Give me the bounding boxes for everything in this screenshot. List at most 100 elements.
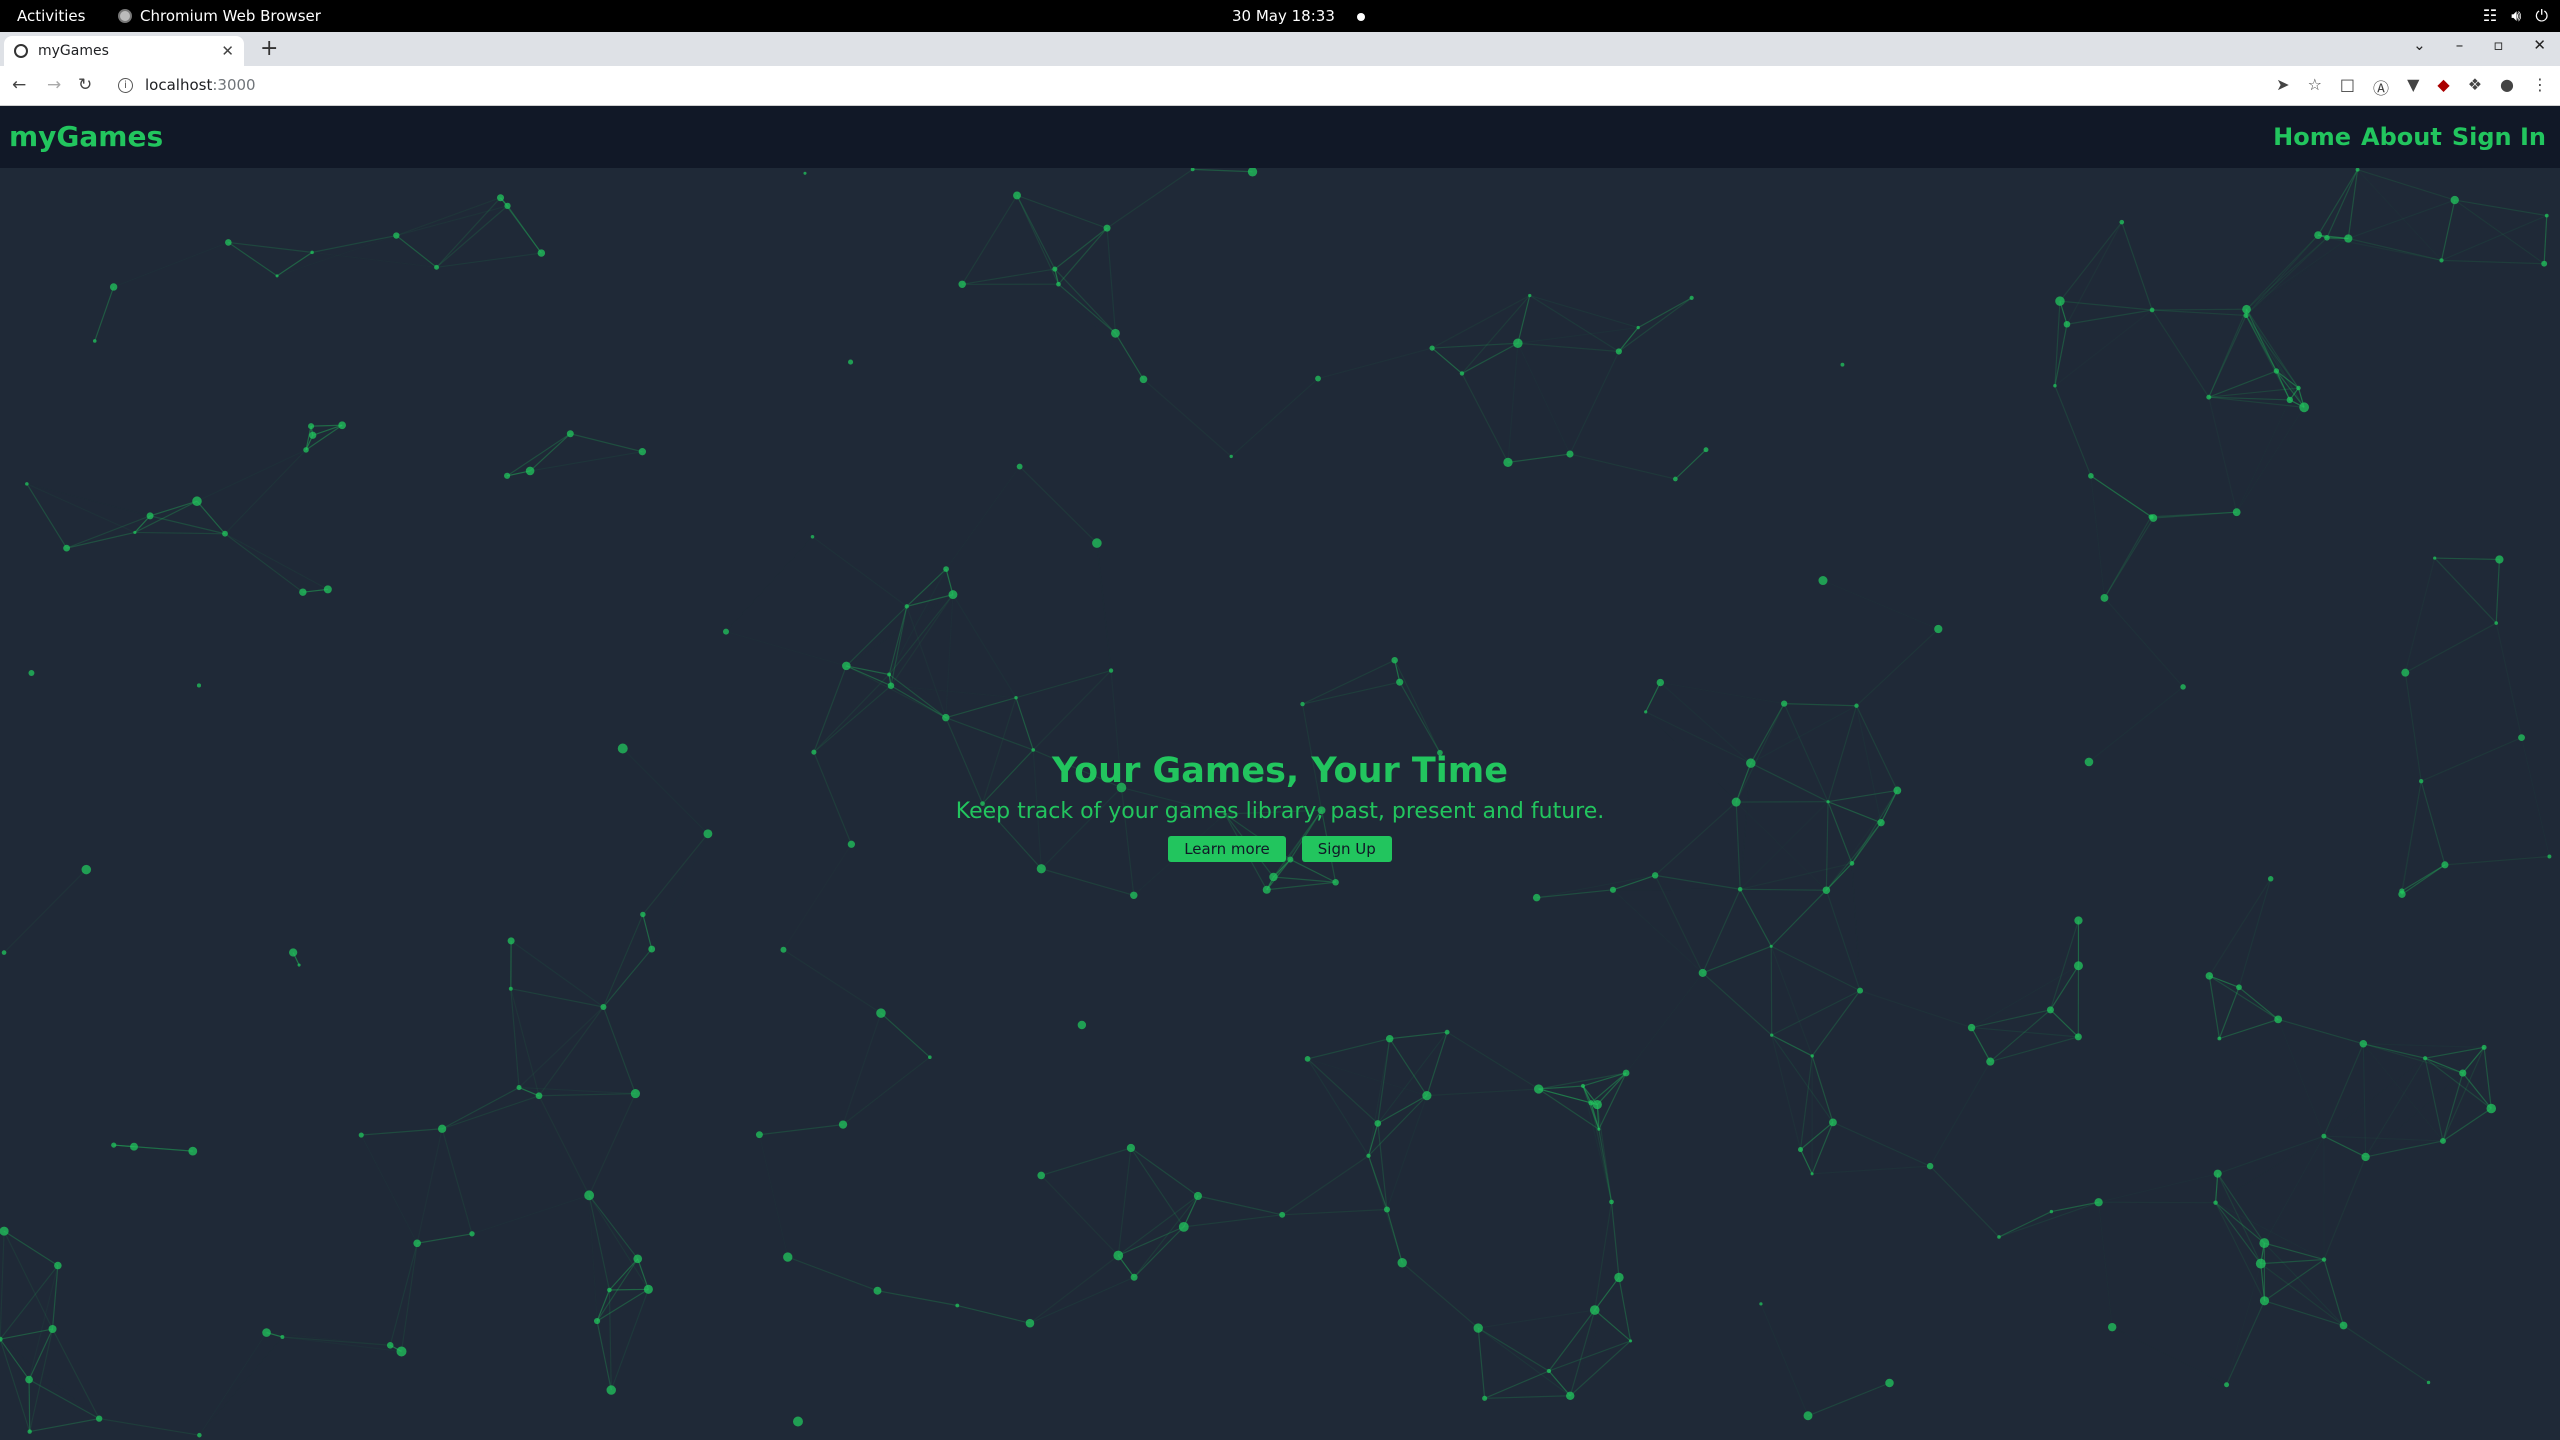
app-menu[interactable]: Chromium Web Browser: [118, 7, 321, 25]
forward-icon[interactable]: →: [47, 75, 61, 95]
network-link: [888, 674, 947, 719]
network-node: [2149, 514, 2158, 522]
new-tab-button[interactable]: +: [260, 36, 278, 61]
network-link: [1998, 1201, 2099, 1238]
network-node: [1269, 872, 1278, 882]
network-link: [312, 424, 343, 436]
network-node: [1840, 362, 1845, 367]
extension-a-icon[interactable]: Ⓐ: [2373, 75, 2389, 99]
network-link: [1655, 874, 1741, 890]
learn-more-button[interactable]: Learn more: [1168, 836, 1286, 862]
extensions-puzzle-icon[interactable]: ❖: [2468, 75, 2482, 99]
network-link: [2066, 221, 2123, 325]
network-node: [876, 1008, 886, 1018]
network-node: [887, 672, 892, 677]
network-link: [2152, 308, 2247, 311]
network-node: [1279, 1211, 1286, 1218]
nav-home[interactable]: Home: [2273, 123, 2351, 151]
activities-button[interactable]: Activities: [17, 7, 85, 25]
maximize-icon[interactable]: ▫: [2493, 36, 2503, 54]
network-link: [1674, 449, 1707, 480]
network-node: [2267, 876, 2274, 882]
close-window-icon[interactable]: ✕: [2533, 36, 2546, 54]
network-link: [1307, 1058, 1370, 1157]
address-bar[interactable]: i localhost:3000: [118, 76, 256, 94]
network-link: [441, 1087, 520, 1130]
network-node: [508, 986, 513, 991]
network-link: [361, 1128, 443, 1136]
nav-links: Home About Sign In: [2273, 123, 2546, 151]
network-node: [1703, 447, 1709, 453]
network-node: [2286, 396, 2294, 404]
network-node: [2107, 1322, 2117, 1332]
network-link: [2246, 237, 2328, 310]
network-link: [961, 195, 1018, 285]
network-node: [1797, 1147, 1804, 1153]
network-node: [1580, 1083, 1586, 1089]
network-link: [726, 632, 846, 666]
network-node: [1, 950, 7, 955]
network-link: [1054, 227, 1108, 270]
tab-search-icon[interactable]: ⌄: [2413, 36, 2426, 54]
network-link: [196, 449, 307, 502]
network-node: [2094, 1198, 2103, 1207]
network-link: [888, 568, 947, 675]
network-node: [1300, 701, 1305, 707]
back-icon[interactable]: ←: [12, 75, 26, 95]
site-info-icon[interactable]: i: [118, 77, 133, 93]
network-link: [1507, 343, 1519, 463]
network-link: [1569, 351, 1620, 455]
extension-square-icon[interactable]: □: [2340, 75, 2355, 99]
network-node: [197, 1432, 202, 1438]
network-link: [1041, 868, 1134, 896]
network-node: [1609, 886, 1617, 893]
network-node: [1636, 325, 1640, 330]
sign-up-button[interactable]: Sign Up: [1301, 836, 1392, 862]
ublock-icon[interactable]: ◆: [2437, 75, 2449, 99]
network-link: [610, 1289, 649, 1391]
extension-v-icon[interactable]: ▼: [2407, 75, 2419, 99]
close-tab-icon[interactable]: ✕: [221, 42, 234, 60]
network-link: [1106, 228, 1117, 334]
nav-about[interactable]: About: [2361, 123, 2442, 151]
network-link: [2216, 1136, 2324, 1203]
network-link: [2153, 511, 2237, 519]
network-node: [1854, 703, 1859, 708]
network-link: [417, 1233, 473, 1244]
tab-title: myGames: [38, 43, 109, 59]
network-link: [1739, 888, 1772, 947]
brand-logo[interactable]: myGames: [9, 120, 163, 153]
network-link: [1389, 1038, 1428, 1096]
network-link: [2091, 476, 2105, 598]
network-link: [1807, 1382, 1890, 1417]
nav-sign-in[interactable]: Sign In: [2452, 123, 2546, 151]
network-link: [642, 914, 653, 950]
network-link: [0, 1339, 31, 1432]
network-link: [1613, 890, 1703, 973]
system-tray[interactable]: ☷ 🔊︎ ⏻: [2483, 6, 2548, 26]
network-node: [1304, 1056, 1311, 1062]
network-link: [2543, 215, 2548, 264]
network-link: [1811, 1122, 1834, 1175]
network-node: [1014, 695, 1018, 700]
network-link: [945, 697, 1017, 719]
network-node: [2243, 312, 2249, 319]
network-node: [2299, 402, 2310, 413]
network-link: [2238, 986, 2279, 1020]
network-node: [1126, 1143, 1136, 1153]
network-node: [2049, 1209, 2054, 1214]
network-link: [224, 533, 304, 593]
minimize-icon[interactable]: –: [2456, 36, 2464, 54]
network-node: [1130, 1273, 1138, 1281]
hero: Your Games, Your Time Keep track of your…: [0, 751, 2560, 862]
network-link: [2245, 234, 2319, 316]
menu-kebab-icon[interactable]: ⋮: [2532, 75, 2548, 99]
send-icon[interactable]: ➤: [2276, 75, 2289, 99]
bookmark-star-icon[interactable]: ☆: [2308, 75, 2322, 99]
profile-avatar-icon[interactable]: ●: [2500, 75, 2514, 99]
reload-icon[interactable]: ↻: [78, 75, 92, 95]
network-link: [1130, 1147, 1185, 1228]
clock[interactable]: 30 May 18:33: [1232, 7, 1365, 25]
tab-mygames[interactable]: myGames ✕: [4, 36, 244, 66]
network-node: [1108, 668, 1114, 673]
